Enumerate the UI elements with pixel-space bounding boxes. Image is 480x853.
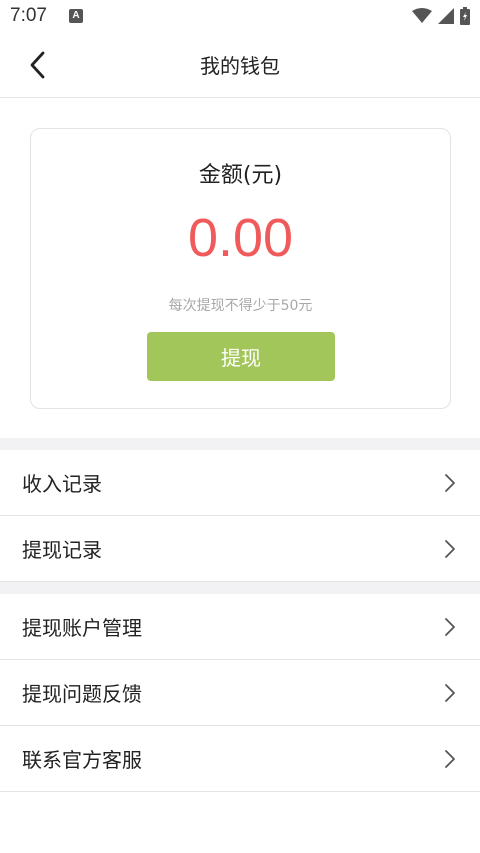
list-item-label: 联系官方客服	[22, 748, 142, 772]
nav-bar: 我的钱包	[0, 32, 480, 98]
list-item-label: 提现问题反馈	[22, 682, 142, 706]
chevron-left-icon	[30, 51, 45, 79]
list-item-withdraw-feedback[interactable]: 提现问题反馈	[0, 660, 480, 726]
chevron-right-icon	[442, 681, 458, 705]
battery-icon	[460, 7, 470, 25]
notification-a-icon: A	[68, 9, 83, 23]
section-divider	[0, 582, 480, 594]
amount-value: 0.00	[187, 208, 294, 268]
list-item-label: 收入记录	[22, 472, 102, 496]
chevron-right-icon	[442, 471, 458, 495]
wifi-icon	[412, 8, 432, 23]
list-item-account-management[interactable]: 提现账户管理	[0, 594, 480, 660]
chevron-right-icon	[442, 537, 458, 561]
status-bar: 7:07 A	[0, 0, 480, 32]
status-time: 7:07	[10, 5, 47, 26]
back-button[interactable]	[22, 50, 52, 80]
list-item-withdraw-records[interactable]: 提现记录	[0, 516, 480, 582]
withdraw-button[interactable]: 提现	[147, 332, 335, 381]
chevron-right-icon	[442, 747, 458, 771]
amount-label: 金额(元)	[198, 163, 283, 188]
list-item-income-records[interactable]: 收入记录	[0, 450, 480, 516]
status-icons	[412, 7, 470, 25]
chevron-right-icon	[442, 615, 458, 639]
section-divider	[0, 438, 480, 450]
list-item-label: 提现账户管理	[22, 616, 142, 640]
menu-group-records: 收入记录 提现记录	[0, 450, 480, 582]
page-title: 我的钱包	[200, 54, 280, 78]
list-item-label: 提现记录	[22, 538, 102, 562]
list-item-contact-support[interactable]: 联系官方客服	[0, 726, 480, 792]
wallet-card: 金额(元) 0.00 每次提现不得少于50元 提现	[30, 128, 451, 409]
withdraw-hint: 每次提现不得少于50元	[168, 298, 313, 314]
signal-icon	[438, 8, 454, 24]
menu-group-account: 提现账户管理 提现问题反馈 联系官方客服	[0, 594, 480, 792]
